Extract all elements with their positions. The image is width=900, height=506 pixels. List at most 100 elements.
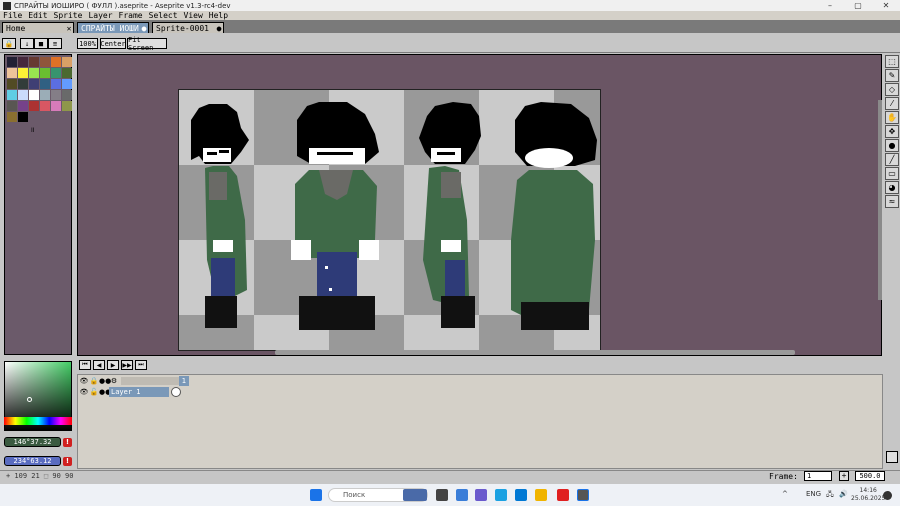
menu-lines-icon[interactable]: ≡	[48, 38, 62, 49]
palette-swatch[interactable]	[51, 101, 61, 111]
palette-swatch[interactable]	[18, 57, 28, 67]
chat-icon[interactable]	[475, 489, 487, 501]
palette-swatch[interactable]	[51, 90, 61, 100]
tab-home-close-icon[interactable]: ✕	[65, 24, 73, 33]
palette-swatch[interactable]	[40, 79, 50, 89]
tab-modified-icon[interactable]: ●	[215, 24, 223, 33]
lock-icon[interactable]: 🔒	[2, 38, 16, 49]
palette-swatch[interactable]	[62, 101, 72, 111]
search-highlight-icon[interactable]	[403, 489, 427, 501]
contour-icon[interactable]: ◕	[885, 181, 899, 194]
palette-swatch[interactable]	[40, 57, 50, 67]
maximize-button[interactable]: ▢	[844, 1, 872, 10]
palette-swatch[interactable]	[7, 101, 17, 111]
play-icon[interactable]: ▶	[107, 360, 119, 370]
menu-help[interactable]: Help	[206, 11, 231, 20]
continuous-icon[interactable]: ●●	[99, 376, 111, 386]
store-icon[interactable]	[515, 489, 527, 501]
fg-warning-icon[interactable]: !	[63, 438, 72, 447]
vertical-scrollbar[interactable]	[878, 100, 882, 300]
foreground-color[interactable]: 146°37.32	[4, 437, 61, 447]
widgets-icon[interactable]	[456, 489, 468, 501]
line-icon[interactable]: ╱	[885, 153, 899, 166]
pencil-icon[interactable]: ✎	[885, 69, 899, 82]
menu-file[interactable]: File	[0, 11, 25, 20]
lock-icon[interactable]: 🔒	[89, 376, 99, 386]
horizontal-scrollbar[interactable]	[275, 350, 795, 355]
menu-select[interactable]: Select	[146, 11, 181, 20]
close-button[interactable]: ✕	[872, 1, 900, 10]
layer-name[interactable]: Layer 1	[109, 387, 169, 397]
frame-input[interactable]: 1	[804, 471, 832, 481]
tab-home[interactable]: Home ✕	[2, 22, 74, 33]
first-frame-icon[interactable]: ⏮	[79, 360, 91, 370]
bg-warning-icon[interactable]: !	[63, 457, 72, 466]
eyedropper-icon[interactable]: ⁄	[885, 97, 899, 110]
eye-icon[interactable]: 👁	[79, 376, 89, 386]
palette-swatch[interactable]	[62, 57, 72, 67]
notification-icon[interactable]	[883, 491, 892, 500]
lock-icon[interactable]: 🔓	[89, 387, 99, 397]
yandex-icon[interactable]	[557, 489, 569, 501]
tray-chevron-icon[interactable]: ^	[782, 490, 788, 498]
language-indicator[interactable]: ENG	[806, 490, 821, 498]
aseprite-taskbar-icon[interactable]	[577, 489, 589, 501]
palette-swatch[interactable]	[7, 57, 17, 67]
palette-swatch[interactable]	[18, 68, 28, 78]
layer-row[interactable]: 👁 🔓 ●● Layer 1	[79, 387, 181, 397]
cel[interactable]	[171, 387, 181, 397]
palette-swatch[interactable]	[29, 57, 39, 67]
tab-sprite-0001[interactable]: Sprite-0001 ●	[152, 22, 224, 33]
sprite-canvas[interactable]	[178, 89, 601, 351]
center-button[interactable]: Center	[100, 38, 126, 49]
palette-swatch[interactable]	[18, 112, 28, 122]
paint-bucket-icon[interactable]: ●	[885, 139, 899, 152]
tab-spriteiosh[interactable]: СПРАЙТЫ ИОШИ ●	[77, 22, 149, 33]
palette-swatch[interactable]	[29, 68, 39, 78]
taskbar-clock[interactable]: 14:16 25.06.2025	[851, 487, 885, 503]
menu-sprite[interactable]: Sprite	[51, 11, 86, 20]
next-frame-icon[interactable]: ▶▶	[121, 360, 133, 370]
hue-slider[interactable]	[4, 417, 72, 425]
hand-icon[interactable]: ✋	[885, 111, 899, 124]
palette-swatch[interactable]	[29, 79, 39, 89]
menu-edit[interactable]: Edit	[25, 11, 50, 20]
palette-swatch[interactable]	[62, 68, 72, 78]
edge-icon[interactable]	[495, 489, 507, 501]
timeline-grid[interactable]: 👁 🔒 ●● ⚙ 1 👁 🔓 ●● Layer 1	[77, 374, 883, 469]
last-frame-icon[interactable]: ⏭	[135, 360, 147, 370]
rectangle-icon[interactable]: ▭	[885, 167, 899, 180]
blur-icon[interactable]: ≈	[885, 195, 899, 208]
fit-screen-button[interactable]: Fit Screen	[127, 36, 167, 52]
frame-header[interactable]: 1	[179, 376, 189, 386]
palette-swatch[interactable]	[40, 101, 50, 111]
new-frame-button[interactable]: +	[839, 471, 849, 481]
palette-swatch[interactable]	[18, 79, 28, 89]
palette-swatch[interactable]	[29, 90, 39, 100]
palette-swatch[interactable]	[18, 90, 28, 100]
sprite-editor[interactable]	[77, 54, 882, 356]
background-color[interactable]: 234°63.12	[4, 456, 61, 466]
palette-swatch[interactable]	[18, 101, 28, 111]
move-down-icon[interactable]: ↓	[20, 38, 34, 49]
menu-frame[interactable]: Frame	[116, 11, 146, 20]
palette-swatch[interactable]	[7, 90, 17, 100]
timeline-toggle-icon[interactable]	[886, 451, 898, 463]
previous-frame-icon[interactable]: ◀	[93, 360, 105, 370]
move-icon[interactable]: ✥	[885, 125, 899, 138]
rectangular-marquee-icon[interactable]: ⬚	[885, 55, 899, 68]
network-icon[interactable]: 🖧	[826, 490, 834, 501]
palette-swatch[interactable]	[40, 68, 50, 78]
layer-settings-icon[interactable]: ⚙	[109, 376, 119, 386]
volume-icon[interactable]: 🔊	[839, 490, 848, 498]
windows-start-icon[interactable]	[310, 489, 322, 501]
eraser-icon[interactable]: ◇	[885, 83, 899, 96]
tab-modified-icon[interactable]: ●	[140, 24, 148, 33]
palette-swatch[interactable]	[7, 79, 17, 89]
palette-swatch[interactable]	[62, 79, 72, 89]
task-view-icon[interactable]	[436, 489, 448, 501]
palette-swatch[interactable]	[40, 90, 50, 100]
menu-view[interactable]: View	[181, 11, 206, 20]
palette-swatch[interactable]	[51, 68, 61, 78]
palette-swatch[interactable]	[62, 90, 72, 100]
